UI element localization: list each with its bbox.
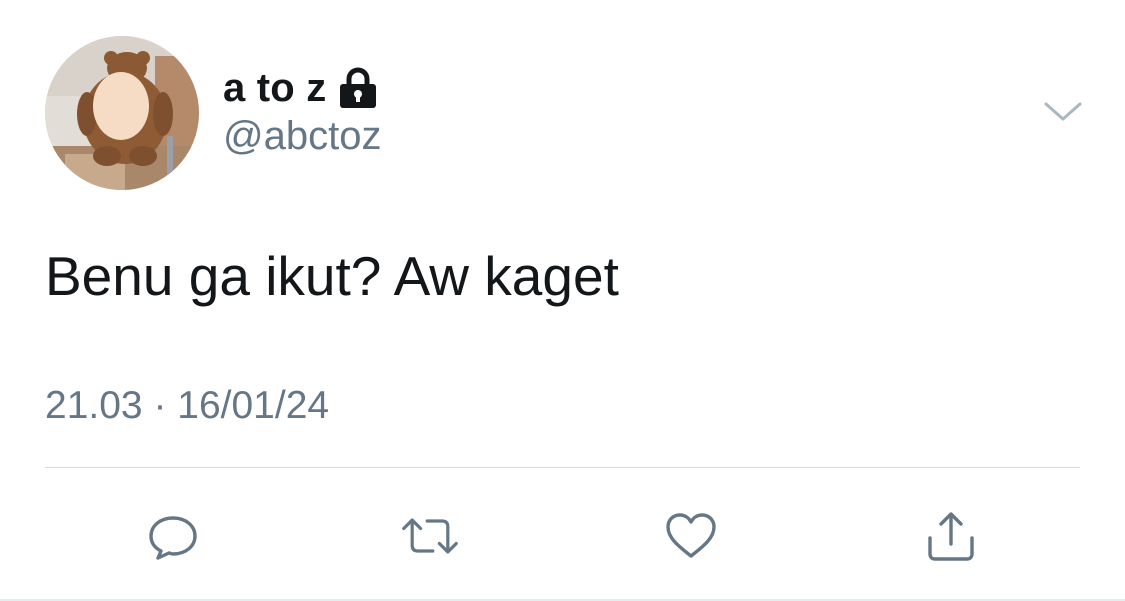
reply-icon: [149, 516, 197, 560]
tweet-time: 21.03: [45, 384, 143, 427]
retweet-button[interactable]: [400, 506, 460, 566]
share-button[interactable]: [921, 506, 981, 566]
chevron-down-icon[interactable]: [1040, 96, 1086, 126]
share-icon: [928, 512, 974, 561]
divider: [45, 467, 1080, 468]
tweet-text: Benu ga ikut? Aw kaget: [45, 245, 619, 307]
lock-icon: [338, 67, 378, 109]
tweet-card: a to z @abctoz Benu ga ikut? Aw kaget 21…: [0, 0, 1125, 601]
timestamp-separator: ·: [142, 384, 178, 427]
display-name[interactable]: a to z: [223, 66, 326, 111]
tweet-date: 16/01/24: [177, 384, 330, 427]
username[interactable]: @abctoz: [223, 114, 381, 159]
like-button[interactable]: [661, 506, 721, 566]
heart-icon: [666, 513, 716, 558]
avatar-image: [45, 36, 199, 190]
timestamp: 21.03 · 16/01/24: [45, 384, 329, 428]
retweet-icon: [402, 518, 458, 554]
avatar[interactable]: [45, 36, 199, 190]
display-name-row: a to z: [223, 64, 378, 112]
reply-button[interactable]: [143, 506, 203, 566]
